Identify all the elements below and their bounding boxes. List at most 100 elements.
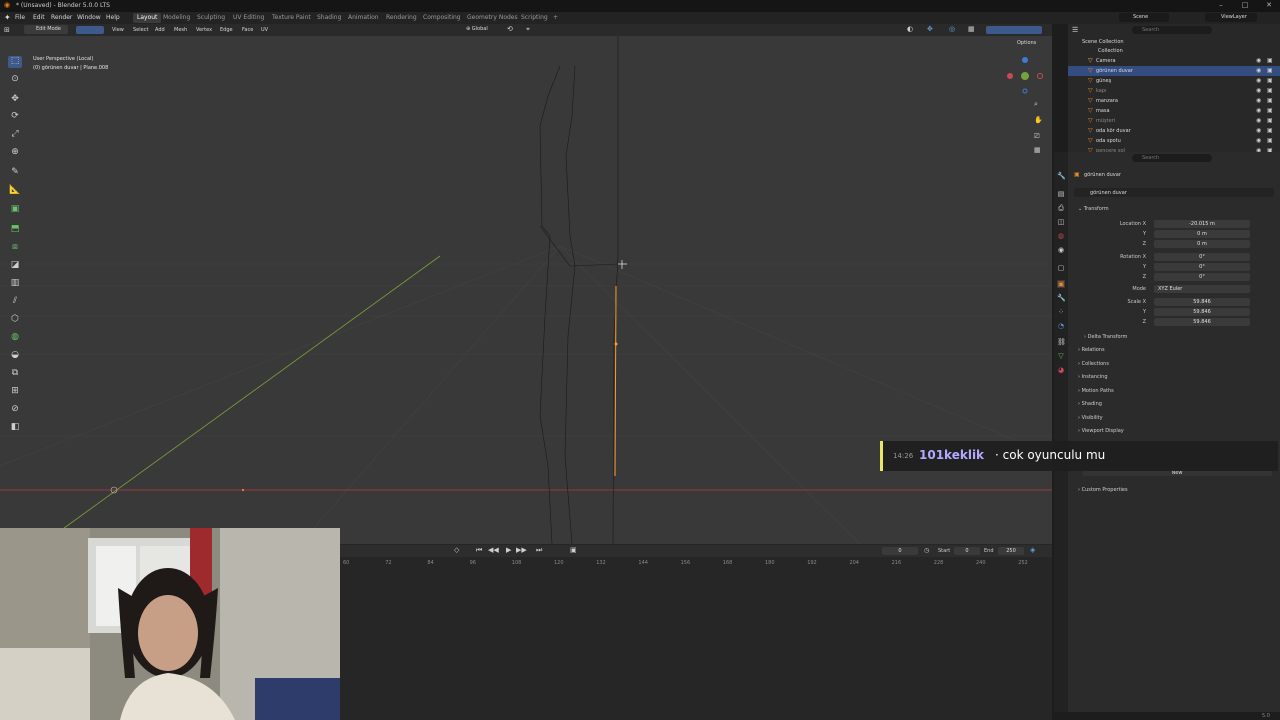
menu-help[interactable]: Help xyxy=(106,14,120,21)
spin-tool-icon[interactable]: ◍ xyxy=(8,332,22,344)
visibility-eye-icon[interactable]: ◉ xyxy=(1256,97,1261,104)
orientation-selector[interactable]: ⊕ Global xyxy=(466,26,488,32)
custom-properties-section[interactable]: › Custom Properties xyxy=(1078,487,1128,493)
cursor-tool-icon[interactable]: ⊙ xyxy=(8,74,22,86)
loop-cut-tool-icon[interactable]: ▥ xyxy=(8,278,22,290)
scale-y-field[interactable]: 59.846 xyxy=(1154,308,1250,316)
poly-build-tool-icon[interactable]: ⬡ xyxy=(8,314,22,326)
visibility-eye-icon[interactable]: ◉ xyxy=(1256,87,1261,94)
jump-start-icon[interactable]: ⏮ xyxy=(476,546,482,555)
outliner-item[interactable]: ▽ Camera ◉ ▣ xyxy=(1068,56,1280,66)
tool-tab-icon[interactable]: 🔧 xyxy=(1057,172,1066,180)
property-section-header[interactable]: › Collections xyxy=(1078,361,1109,367)
select-box-icon[interactable]: ⬚ xyxy=(8,56,22,68)
menu-view[interactable]: View xyxy=(112,27,124,33)
tab-compositing[interactable]: Compositing xyxy=(423,14,461,21)
modifier-tab-icon[interactable]: 🔧 xyxy=(1057,294,1066,302)
location-x-field[interactable]: -20.015 m xyxy=(1154,220,1250,228)
tab-uv-editing[interactable]: UV Editing xyxy=(233,14,264,21)
measure-tool-icon[interactable]: 📐 xyxy=(8,185,22,197)
inset-tool-icon[interactable]: ⧈ xyxy=(8,242,22,254)
outliner-item[interactable]: ▽ manzara ◉ ▣ xyxy=(1068,96,1280,106)
view-layer-tab-icon[interactable]: ◫ xyxy=(1057,218,1065,226)
tab-texture-paint[interactable]: Texture Paint xyxy=(272,14,311,21)
output-tab-icon[interactable]: ⎙ xyxy=(1057,204,1065,212)
overlay-icon[interactable]: ◎ xyxy=(949,25,955,33)
render-camera-icon[interactable]: ▣ xyxy=(1267,107,1273,114)
delta-transform-section[interactable]: › Delta Transform xyxy=(1084,334,1127,340)
shrink-tool-icon[interactable]: ⊞ xyxy=(8,386,22,398)
rip-tool-icon[interactable]: ◧ xyxy=(8,422,22,434)
render-camera-icon[interactable]: ▣ xyxy=(1267,97,1273,104)
start-frame-field[interactable]: 0 xyxy=(954,547,980,555)
properties-search-input[interactable]: Search xyxy=(1132,154,1212,162)
property-section-header[interactable]: › Viewport Display xyxy=(1078,428,1124,434)
edge-slide-tool-icon[interactable]: ⧉ xyxy=(8,368,22,380)
collection-tab-icon[interactable]: ▢ xyxy=(1057,264,1065,272)
particles-tab-icon[interactable]: ⁘ xyxy=(1057,308,1065,316)
blender-menu-icon[interactable]: ✦ xyxy=(4,13,11,22)
render-camera-icon[interactable]: ▣ xyxy=(1267,87,1273,94)
scale-x-field[interactable]: 59.846 xyxy=(1154,298,1250,306)
render-tab-icon[interactable]: ▤ xyxy=(1057,190,1065,198)
shading-mode-buttons[interactable] xyxy=(986,26,1042,34)
annotate-tool-icon[interactable]: ✎ xyxy=(8,167,22,179)
bevel-tool-icon[interactable]: ◪ xyxy=(8,260,22,272)
data-tab-icon[interactable]: ▽ xyxy=(1057,352,1065,360)
menu-window[interactable]: Window xyxy=(77,14,101,21)
tab-sculpting[interactable]: Sculpting xyxy=(197,14,225,21)
world-tab-icon[interactable]: ◉ xyxy=(1057,246,1065,254)
tab-rendering[interactable]: Rendering xyxy=(386,14,417,21)
visibility-eye-icon[interactable]: ◉ xyxy=(1256,127,1261,134)
outliner-item[interactable]: ▽ kapı ◉ ▣ xyxy=(1068,86,1280,96)
maximize-icon[interactable]: □ xyxy=(1238,1,1252,11)
add-cube-tool-icon[interactable]: ▣ xyxy=(8,204,22,216)
viewlayer-selector[interactable]: ViewLayer xyxy=(1205,13,1257,22)
mode-selector[interactable]: Edit Mode xyxy=(24,25,68,34)
scale-tool-icon[interactable]: ⤢ xyxy=(8,129,22,141)
physics-tab-icon[interactable]: ◔ xyxy=(1057,322,1065,330)
rotation-z-field[interactable]: 0° xyxy=(1154,273,1250,281)
visibility-eye-icon[interactable]: ◉ xyxy=(1256,77,1261,84)
location-z-field[interactable]: 0 m xyxy=(1154,240,1250,248)
timeline-options-icon[interactable]: ◈ xyxy=(1030,546,1035,554)
menu-uv[interactable]: UV xyxy=(261,27,268,33)
outliner-item[interactable]: ▽ güneş ◉ ▣ xyxy=(1068,76,1280,86)
zoom-icon[interactable]: ⌕ xyxy=(1034,100,1038,109)
menu-face[interactable]: Face xyxy=(242,27,253,33)
outliner-item[interactable]: ▽ masa ◉ ▣ xyxy=(1068,106,1280,116)
select-mode-buttons[interactable] xyxy=(76,26,104,34)
property-section-header[interactable]: › Instancing xyxy=(1078,374,1108,380)
gizmo-icon[interactable]: ✥ xyxy=(927,25,933,33)
next-key-icon[interactable]: ▶▶ xyxy=(516,546,527,554)
menu-edit[interactable]: Edit xyxy=(33,14,45,21)
add-workspace-icon[interactable]: + xyxy=(553,14,558,21)
options-menu[interactable]: Options xyxy=(1017,40,1036,46)
render-camera-icon[interactable]: ▣ xyxy=(1267,137,1273,144)
snap-icon[interactable]: ⌖ xyxy=(526,25,530,34)
material-tab-icon[interactable]: ◕ xyxy=(1057,366,1065,374)
scene-selector[interactable]: Scene xyxy=(1119,13,1169,22)
tab-shading[interactable]: Shading xyxy=(317,14,341,21)
menu-add[interactable]: Add xyxy=(155,27,165,33)
menu-edge[interactable]: Edge xyxy=(220,27,233,33)
xray-icon[interactable]: ▦ xyxy=(968,25,975,33)
outliner-item[interactable]: ▽ görünen duvar ◉ ▣ xyxy=(1068,66,1280,76)
property-section-header[interactable]: › Shading xyxy=(1078,401,1102,407)
outliner-item[interactable]: ▽ müşteri ◉ ▣ xyxy=(1068,116,1280,126)
tab-animation[interactable]: Animation xyxy=(348,14,379,21)
rotation-mode-dropdown[interactable]: XYZ Euler xyxy=(1154,285,1250,293)
menu-render[interactable]: Render xyxy=(51,14,72,21)
visibility-icon[interactable]: ◐ xyxy=(907,25,913,33)
outliner-search-input[interactable]: Search xyxy=(1132,26,1212,34)
location-y-field[interactable]: 0 m xyxy=(1154,230,1250,238)
auto-key-icon[interactable]: ▣ xyxy=(570,546,577,554)
rotation-y-field[interactable]: 0° xyxy=(1154,263,1250,271)
render-camera-icon[interactable]: ▣ xyxy=(1267,127,1273,134)
outliner-item[interactable]: ▽ oda kör duvar ◉ ▣ xyxy=(1068,126,1280,136)
scene-tab-icon[interactable]: ◍ xyxy=(1057,232,1065,240)
visibility-eye-icon[interactable]: ◉ xyxy=(1256,67,1261,74)
outliner-editor-icon[interactable]: ☰ xyxy=(1072,26,1078,34)
shear-tool-icon[interactable]: ⊘ xyxy=(8,404,22,416)
smooth-tool-icon[interactable]: ◒ xyxy=(8,350,22,362)
